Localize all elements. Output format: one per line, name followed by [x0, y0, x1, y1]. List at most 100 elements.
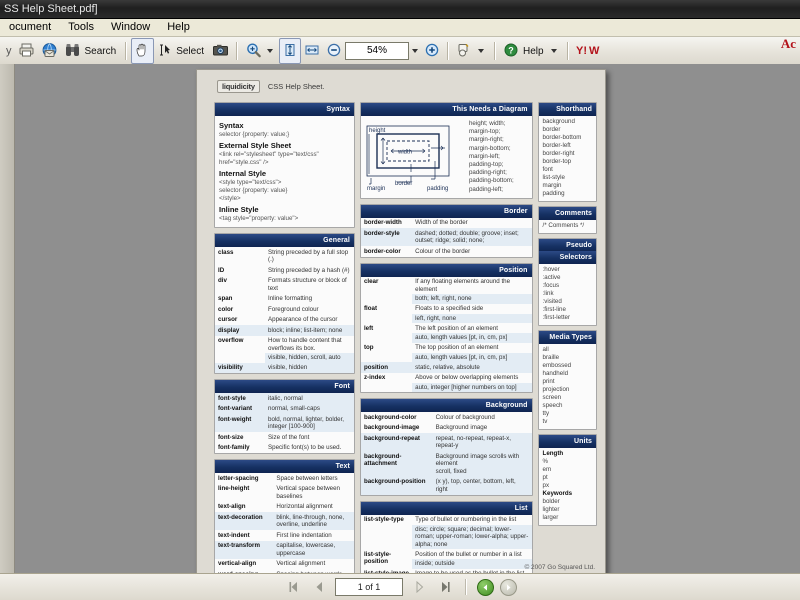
property-desc: Vertical space between baselines	[273, 484, 354, 502]
pseudo-selectors-list: :hover :active :focus :link :visited :fi…	[539, 264, 596, 325]
svg-text:width: width	[397, 150, 412, 156]
table-row: list-style-positionPosition of the bulle…	[361, 549, 532, 569]
zoom-level-input[interactable]: 54%	[345, 42, 409, 60]
svg-text:height: height	[369, 128, 386, 134]
syntax-block-title: Internal Style	[219, 169, 350, 178]
property-values: normal, small-caps	[265, 404, 354, 415]
yahoo-button[interactable]: Y!W	[573, 39, 605, 63]
document-viewport[interactable]: liquidicity CSS Help Sheet. Syntax Synta…	[0, 64, 800, 574]
email-button[interactable]	[38, 39, 61, 63]
property-name: left	[361, 323, 412, 343]
section-diagram-body: height width margin border padding	[361, 116, 532, 198]
table-row: text-transformcapitalise, lowercase, upp…	[215, 541, 354, 559]
list-item: handheld	[543, 370, 592, 378]
page-number-input[interactable]: 1 of 1	[335, 578, 403, 596]
section-border: Border border-widthWidth of the border b…	[360, 204, 533, 258]
zoom-out-button[interactable]	[323, 39, 345, 63]
diagram-property: padding-right;	[469, 169, 514, 177]
toolbar-separator	[125, 42, 127, 60]
syntax-block-code: </style>	[219, 195, 350, 203]
list-item: :first-line	[543, 306, 592, 314]
comments-list: /* Comments */	[539, 220, 596, 233]
zoom-increase-button[interactable]	[421, 39, 443, 63]
property-desc: Specific font(s) to be used.	[265, 443, 354, 454]
list-item: :link	[543, 290, 592, 298]
menu-item-tools[interactable]: Tools	[61, 19, 101, 36]
table-row: IDString preceded by a hash (#)	[215, 265, 354, 276]
print-button[interactable]	[15, 39, 38, 63]
review-caret-icon[interactable]	[478, 49, 484, 53]
list-table: list-style-typeType of bullet or numberi…	[361, 515, 532, 576]
property-values: auto, length values [pt, in, cm, px]	[412, 333, 531, 343]
list-item: px	[543, 482, 592, 490]
table-row: background-imageBackground image	[361, 423, 532, 434]
property-desc: Colour of background	[433, 412, 532, 423]
background-table: background-colorColour of background bac…	[361, 412, 532, 495]
list-item: braille	[543, 354, 592, 362]
toolbar-separator-5	[567, 42, 569, 60]
copy-button[interactable]: y	[0, 39, 15, 63]
toolbar-separator-3	[447, 42, 449, 60]
status-bar: 1 of 1	[0, 573, 800, 600]
list-item: screen	[543, 394, 592, 402]
next-page-button[interactable]	[409, 578, 429, 596]
previous-page-button[interactable]	[309, 578, 329, 596]
help-caret-icon[interactable]	[551, 49, 557, 53]
select-label: Select	[174, 46, 206, 57]
list-item: border-top	[543, 158, 592, 166]
property-name: top	[361, 343, 412, 363]
property-values: left, right, none	[412, 314, 531, 324]
search-button[interactable]: Search	[61, 39, 122, 63]
zoom-level-caret-icon[interactable]	[412, 49, 418, 53]
property-name: text-align	[215, 502, 273, 513]
list-item: all	[543, 346, 592, 354]
hand-tool-button[interactable]	[131, 38, 154, 64]
property-name: background-image	[361, 423, 433, 434]
property-name: font-weight	[215, 414, 265, 432]
section-pseudo-selectors: Pseudo Selectors :hover :active :focus :…	[538, 238, 597, 326]
zoom-in-button[interactable]	[242, 39, 279, 63]
column-right: Shorthand background border border-botto…	[538, 102, 597, 576]
toolbar: y Search Select	[0, 37, 800, 66]
menu-item-help[interactable]: Help	[160, 19, 197, 36]
section-border-header: Border	[361, 205, 532, 218]
property-desc-text: The left position of an element	[415, 325, 498, 332]
menu-item-window[interactable]: Window	[104, 19, 157, 36]
list-item: :visited	[543, 298, 592, 306]
property-name: border-color	[361, 246, 412, 257]
property-desc-text: Floats to a specified side	[415, 305, 483, 312]
review-markup-button[interactable]	[453, 39, 490, 63]
last-page-button[interactable]	[435, 578, 455, 596]
property-name: text-transform	[215, 541, 273, 559]
fit-width-button[interactable]	[301, 39, 323, 63]
menu-bar: ocument Tools Window Help	[0, 19, 800, 37]
help-button[interactable]: ? Help	[500, 39, 563, 63]
zoom-dropdown-caret-icon[interactable]	[267, 49, 273, 53]
select-tool-button[interactable]: Select	[154, 39, 209, 63]
property-values: visible, hidden	[265, 363, 354, 374]
property-desc: Background image	[433, 423, 532, 434]
property-name: background-attachment	[361, 451, 433, 477]
table-row: spanInline formatting	[215, 294, 354, 305]
table-row: letter-spacingSpace between letters	[215, 473, 354, 484]
menu-item-document[interactable]: ocument	[2, 19, 58, 36]
units-group-title: Keywords	[543, 490, 592, 498]
syntax-block-title: Syntax	[219, 121, 350, 130]
property-desc: Above or below overlapping elementsauto,…	[412, 373, 531, 393]
navigation-pane-strip[interactable]	[0, 64, 15, 574]
section-list: List list-style-typeType of bullet or nu…	[360, 501, 533, 576]
next-view-button[interactable]	[500, 579, 517, 596]
list-item: tv	[543, 418, 592, 426]
snapshot-button[interactable]	[209, 39, 232, 63]
property-values: auto, length values [pt, in, cm, px]	[412, 353, 531, 363]
fit-page-button[interactable]	[279, 38, 301, 64]
property-name: color	[215, 304, 265, 315]
first-page-button[interactable]	[283, 578, 303, 596]
previous-view-button[interactable]	[477, 579, 494, 596]
printer-icon	[18, 42, 35, 61]
list-item: projection	[543, 386, 592, 394]
property-name: z-index	[361, 373, 412, 393]
section-diagram-header: This Needs a Diagram	[361, 103, 532, 116]
table-row: border-styledashed; dotted; double; groo…	[361, 228, 532, 246]
property-desc-text: Above or below overlapping elements	[415, 374, 518, 381]
